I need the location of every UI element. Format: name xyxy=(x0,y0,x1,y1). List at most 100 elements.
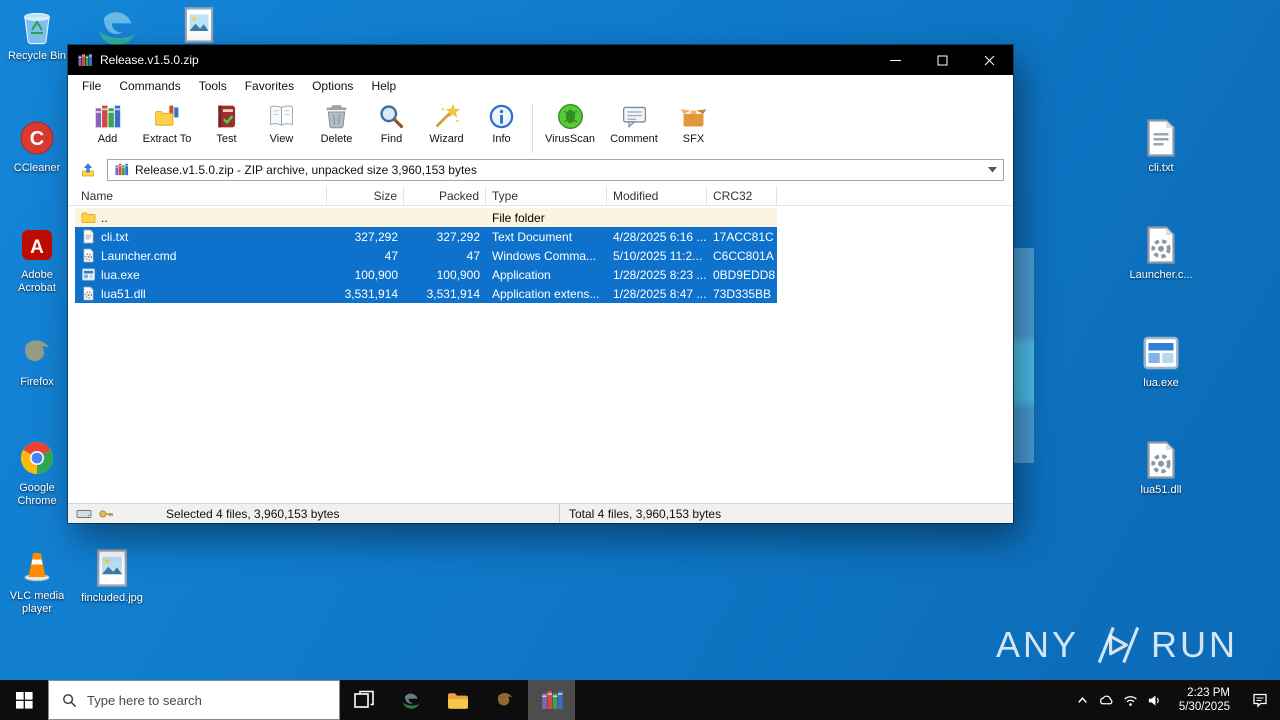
add-archive-icon xyxy=(93,102,122,131)
task-view-icon xyxy=(352,688,376,712)
cell-modified: 1/28/2025 8:47 ... xyxy=(613,286,707,301)
cell-packed: 3,531,914 xyxy=(426,286,480,301)
address-bar: Release.v1.5.0.zip - ZIP archive, unpack… xyxy=(68,158,1013,186)
close-button[interactable] xyxy=(966,45,1013,75)
column-header-crc32[interactable]: CRC32 xyxy=(707,186,777,205)
toolbar-view-button[interactable]: View xyxy=(254,100,309,145)
desktop-icon-launcher-cmd[interactable]: Launcher.c... xyxy=(1128,225,1194,282)
show-hidden-icons-button[interactable] xyxy=(1071,693,1095,708)
toolbar-wizard-button[interactable]: Wizard xyxy=(419,100,474,145)
desktop-icon-label: Launcher.c... xyxy=(1129,269,1193,281)
desktop-icon-firefox[interactable]: Firefox xyxy=(4,332,70,389)
archive-path-text: Release.v1.5.0.zip - ZIP archive, unpack… xyxy=(135,162,477,177)
taskbar: Type here to search 2:23 PM 5/30/2025 xyxy=(0,680,1280,720)
cell-crc32 xyxy=(707,208,777,227)
column-header-type[interactable]: Type xyxy=(486,186,607,205)
column-header-size[interactable]: Size xyxy=(327,186,404,205)
cell-packed xyxy=(404,208,486,227)
desktop-icon-ccleaner[interactable]: CCleaner xyxy=(4,118,70,175)
taskbar-clock[interactable]: 2:23 PM 5/30/2025 xyxy=(1167,686,1240,714)
column-header-name[interactable]: Name xyxy=(75,186,327,205)
cell-name: Launcher.cmd xyxy=(75,246,327,265)
notification-icon xyxy=(1252,692,1268,708)
cell-modified: 5/10/2025 11:2... xyxy=(613,248,703,263)
wallpaper-light-stripe xyxy=(1014,248,1034,463)
taskbar-edge-button[interactable] xyxy=(387,680,434,720)
toolbar-extract-to-button[interactable]: Extract To xyxy=(135,100,199,145)
up-directory-button[interactable] xyxy=(75,159,101,181)
taskbar-explorer-button[interactable] xyxy=(434,680,481,720)
disk-drive-icon[interactable] xyxy=(76,506,92,522)
action-center-button[interactable] xyxy=(1240,692,1280,708)
desktop-icon-fincluded-jpg[interactable]: fincluded.jpg xyxy=(79,548,145,605)
status-selected-text: Selected 4 files, 3,960,153 bytes xyxy=(166,506,340,521)
desktop-icon-label: lua.exe xyxy=(1143,377,1179,389)
cell-modified: 1/28/2025 8:23 ... xyxy=(613,267,707,282)
task-view-button[interactable] xyxy=(340,680,387,720)
taskbar-search-input[interactable]: Type here to search xyxy=(48,680,340,720)
desktop-icon-adobe-acrobat[interactable]: Adobe Acrobat xyxy=(4,225,70,295)
toolbar-sfx-button[interactable]: SFX xyxy=(666,100,721,145)
cell-modified: 4/28/2025 6:16 ... xyxy=(613,229,707,244)
firefox-icon xyxy=(17,332,57,372)
toolbar-comment-button[interactable]: Comment xyxy=(602,100,666,145)
toolbar-find-button[interactable]: Find xyxy=(364,100,419,145)
file-row-cli-txt[interactable]: cli.txt 327,292 327,292 Text Document 4/… xyxy=(75,227,777,246)
desktop-icon-google-chrome[interactable]: Google Chrome xyxy=(4,438,70,508)
desktop-icon-recycle-bin[interactable]: Recycle Bin xyxy=(4,6,70,63)
taskbar-firefox-button[interactable] xyxy=(481,680,528,720)
chevron-down-icon[interactable] xyxy=(988,166,997,173)
cell-size: 3,531,914 xyxy=(344,286,398,301)
desktop-icon-cli-txt[interactable]: cli.txt xyxy=(1128,118,1194,175)
archive-path-combobox[interactable]: Release.v1.5.0.zip - ZIP archive, unpack… xyxy=(107,158,1004,181)
text-file-icon xyxy=(81,229,96,244)
desktop-icon-label: CCleaner xyxy=(13,162,61,174)
image-file-icon xyxy=(180,6,218,44)
tray-volume-button[interactable] xyxy=(1143,693,1167,708)
toolbar-separator xyxy=(532,103,533,153)
winrar-icon xyxy=(77,52,93,68)
text-file-icon xyxy=(1141,118,1181,158)
cell-packed: 100,900 xyxy=(436,267,480,282)
column-header-modified[interactable]: Modified xyxy=(607,186,707,205)
desktop-icon-image-file[interactable] xyxy=(166,6,232,44)
start-button[interactable] xyxy=(0,680,48,720)
file-row-lua51-dll[interactable]: lua51.dll 3,531,914 3,531,914 Applicatio… xyxy=(75,284,777,303)
toolbar-info-button[interactable]: Info xyxy=(474,100,529,145)
tray-cloud-button[interactable] xyxy=(1095,693,1119,708)
watermark-text-any: ANY xyxy=(995,624,1079,665)
desktop-icon-label: Google Chrome xyxy=(17,482,57,507)
desktop-icon-label: lua51.dll xyxy=(1140,484,1182,496)
desktop-icon-lua51-dll[interactable]: lua51.dll xyxy=(1128,440,1194,497)
adobe-acrobat-icon xyxy=(17,225,57,265)
menu-favorites[interactable]: Favorites xyxy=(236,75,303,97)
toolbar-virusscan-button[interactable]: VirusScan xyxy=(538,100,602,145)
desktop-icon-lua-exe[interactable]: lua.exe xyxy=(1128,333,1194,390)
maximize-button[interactable] xyxy=(919,45,966,75)
toolbar-delete-button[interactable]: Delete xyxy=(309,100,364,145)
menu-file[interactable]: File xyxy=(73,75,110,97)
taskbar-winrar-button[interactable] xyxy=(528,680,575,720)
minimize-button[interactable] xyxy=(872,45,919,75)
menu-tools[interactable]: Tools xyxy=(190,75,236,97)
file-row-launcher-cmd[interactable]: Launcher.cmd 47 47 Windows Comma... 5/10… xyxy=(75,246,777,265)
system-tray: 2:23 PM 5/30/2025 xyxy=(1071,680,1280,720)
menu-help[interactable]: Help xyxy=(362,75,405,97)
trash-icon xyxy=(322,102,351,131)
folder-up-icon xyxy=(80,162,96,178)
folder-icon xyxy=(81,210,96,225)
menu-options[interactable]: Options xyxy=(303,75,362,97)
image-file-icon xyxy=(92,548,132,588)
tray-network-button[interactable] xyxy=(1119,693,1143,708)
toolbar-add-button[interactable]: Add xyxy=(80,100,135,145)
column-header-packed[interactable]: Packed xyxy=(404,186,486,205)
menu-commands[interactable]: Commands xyxy=(110,75,189,97)
edge-icon xyxy=(399,688,423,712)
file-row-updir[interactable]: .. File folder xyxy=(75,208,777,227)
file-row-lua-exe[interactable]: lua.exe 100,900 100,900 Application 1/28… xyxy=(75,265,777,284)
cell-type: File folder xyxy=(492,210,545,225)
key-icon[interactable] xyxy=(98,506,114,522)
desktop-icon-vlc[interactable]: VLC media player xyxy=(4,546,70,616)
extract-to-icon xyxy=(153,102,182,131)
toolbar-test-button[interactable]: Test xyxy=(199,100,254,145)
